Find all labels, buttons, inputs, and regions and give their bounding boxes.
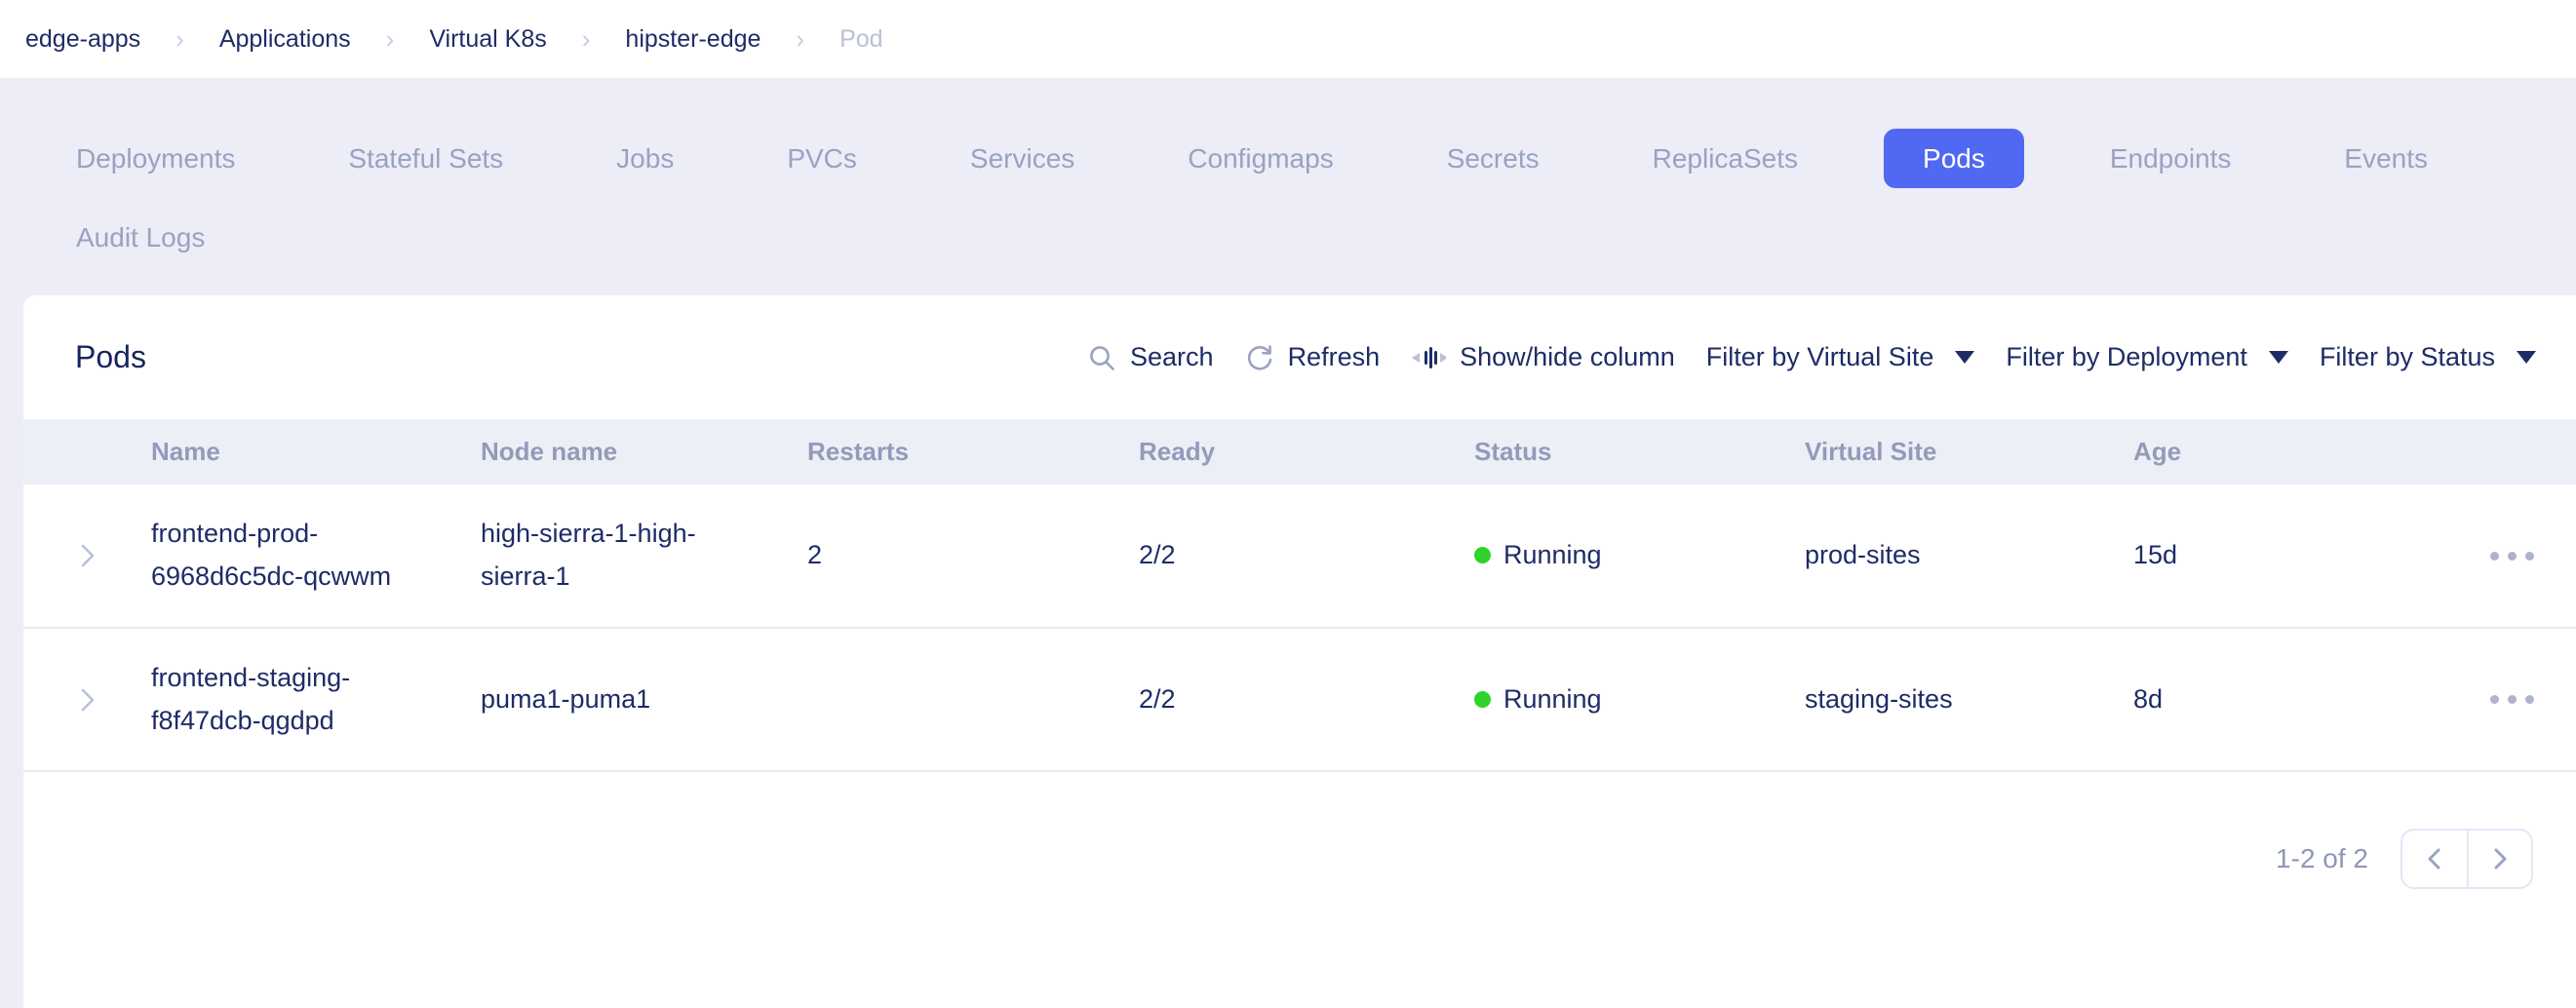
- search-label: Search: [1130, 342, 1214, 372]
- chevron-down-icon: [2517, 351, 2536, 364]
- chevron-right-icon: [78, 539, 98, 572]
- refresh-icon: [1245, 343, 1274, 372]
- pod-name: frontend-prod-6968d6c5dc-qcwwm: [151, 513, 405, 598]
- table-header-row: Name Node name Restarts Ready Status Vir…: [23, 419, 2576, 485]
- tab-pods[interactable]: Pods: [1884, 129, 2024, 188]
- status-label: Running: [1503, 678, 1602, 721]
- column-header-ready: Ready: [1139, 437, 1474, 467]
- status-dot-icon: [1474, 691, 1491, 708]
- ready-value: 2/2: [1139, 678, 1474, 721]
- restarts-value: 2: [807, 534, 1139, 577]
- ready-value: 2/2: [1139, 534, 1474, 577]
- chevron-right-icon: [78, 683, 98, 717]
- page-title: Pods: [75, 339, 146, 375]
- status-label: Running: [1503, 534, 1602, 577]
- previous-page-button[interactable]: [2402, 831, 2467, 887]
- resource-tabs: Deployments Stateful Sets Jobs PVCs Serv…: [0, 78, 2576, 295]
- top-bar: edge-apps › Applications › Virtual K8s ›…: [0, 0, 2576, 78]
- row-actions-menu-button[interactable]: [2447, 695, 2576, 704]
- search-button[interactable]: Search: [1087, 342, 1214, 372]
- tab-pvcs[interactable]: PVCs: [760, 129, 884, 188]
- column-header-node-name: Node name: [481, 437, 807, 467]
- pagination: 1-2 of 2: [23, 829, 2576, 889]
- tab-events[interactable]: Events: [2317, 129, 2455, 188]
- search-icon: [1087, 343, 1116, 372]
- table-row[interactable]: frontend-prod-6968d6c5dc-qcwwm high-sier…: [23, 485, 2576, 629]
- breadcrumb-item-hipster-edge[interactable]: hipster-edge: [625, 25, 761, 54]
- refresh-button[interactable]: Refresh: [1245, 342, 1381, 372]
- show-hide-column-button[interactable]: Show/hide column: [1411, 342, 1675, 372]
- pager-buttons: [2400, 829, 2533, 889]
- age-value: 8d: [2133, 678, 2447, 721]
- breadcrumb-item-applications[interactable]: Applications: [219, 25, 351, 54]
- pod-name: frontend-staging-f8f47dcb-qgdpd: [151, 657, 405, 742]
- pagination-range-label: 1-2 of 2: [2276, 843, 2368, 874]
- status-badge: Running: [1474, 534, 1805, 577]
- tab-configmaps[interactable]: Configmaps: [1160, 129, 1360, 188]
- refresh-label: Refresh: [1288, 342, 1381, 372]
- column-header-name: Name: [151, 437, 481, 467]
- chevron-right-icon: [2490, 846, 2510, 872]
- breadcrumb-separator-icon: ›: [386, 26, 395, 52]
- filter-status-label: Filter by Status: [2320, 342, 2495, 372]
- tab-endpoints[interactable]: Endpoints: [2083, 129, 2259, 188]
- filter-status-dropdown[interactable]: Filter by Status: [2320, 342, 2536, 372]
- panel-header: Pods Search Refresh: [23, 295, 2576, 419]
- column-header-age: Age: [2133, 437, 2447, 467]
- breadcrumb-item-pod: Pod: [839, 25, 882, 54]
- chevron-down-icon: [1955, 351, 1974, 364]
- column-header-virtual-site: Virtual Site: [1805, 437, 2133, 467]
- node-name: puma1-puma1: [481, 678, 744, 721]
- table-toolbar: Search Refresh: [1087, 342, 2536, 372]
- filter-deployment-dropdown[interactable]: Filter by Deployment: [2006, 342, 2288, 372]
- chevron-down-icon: [2269, 351, 2288, 364]
- show-hide-column-label: Show/hide column: [1460, 342, 1675, 372]
- tab-deployments[interactable]: Deployments: [49, 129, 262, 188]
- breadcrumb: edge-apps › Applications › Virtual K8s ›…: [25, 25, 883, 54]
- column-header-status: Status: [1474, 437, 1805, 467]
- columns-icon: [1411, 343, 1446, 372]
- pods-panel: Pods Search Refresh: [23, 295, 2576, 1008]
- breadcrumb-item-virtual-k8s[interactable]: Virtual K8s: [429, 25, 546, 54]
- age-value: 15d: [2133, 534, 2447, 577]
- tab-replicasets[interactable]: ReplicaSets: [1625, 129, 1825, 188]
- table-row[interactable]: frontend-staging-f8f47dcb-qgdpd puma1-pu…: [23, 629, 2576, 772]
- virtual-site-value: prod-sites: [1805, 534, 2133, 577]
- row-expand-button[interactable]: [23, 539, 151, 572]
- node-name: high-sierra-1-high-sierra-1: [481, 513, 744, 598]
- status-badge: Running: [1474, 678, 1805, 721]
- chevron-left-icon: [2425, 846, 2444, 872]
- breadcrumb-separator-icon: ›: [582, 26, 591, 52]
- status-dot-icon: [1474, 547, 1491, 563]
- filter-virtual-site-dropdown[interactable]: Filter by Virtual Site: [1706, 342, 1975, 372]
- tab-stateful-sets[interactable]: Stateful Sets: [321, 129, 530, 188]
- next-page-button[interactable]: [2467, 831, 2531, 887]
- breadcrumb-separator-icon: ›: [796, 26, 804, 52]
- tab-jobs[interactable]: Jobs: [589, 129, 701, 188]
- column-header-restarts: Restarts: [807, 437, 1139, 467]
- row-expand-button[interactable]: [23, 683, 151, 717]
- row-actions-menu-button[interactable]: [2447, 552, 2576, 561]
- filter-deployment-label: Filter by Deployment: [2006, 342, 2247, 372]
- breadcrumb-item-edge-apps[interactable]: edge-apps: [25, 25, 140, 54]
- breadcrumb-separator-icon: ›: [176, 26, 184, 52]
- tab-secrets[interactable]: Secrets: [1420, 129, 1567, 188]
- tab-audit-logs[interactable]: Audit Logs: [49, 208, 232, 267]
- tab-services[interactable]: Services: [943, 129, 1102, 188]
- filter-virtual-site-label: Filter by Virtual Site: [1706, 342, 1934, 372]
- virtual-site-value: staging-sites: [1805, 678, 2133, 721]
